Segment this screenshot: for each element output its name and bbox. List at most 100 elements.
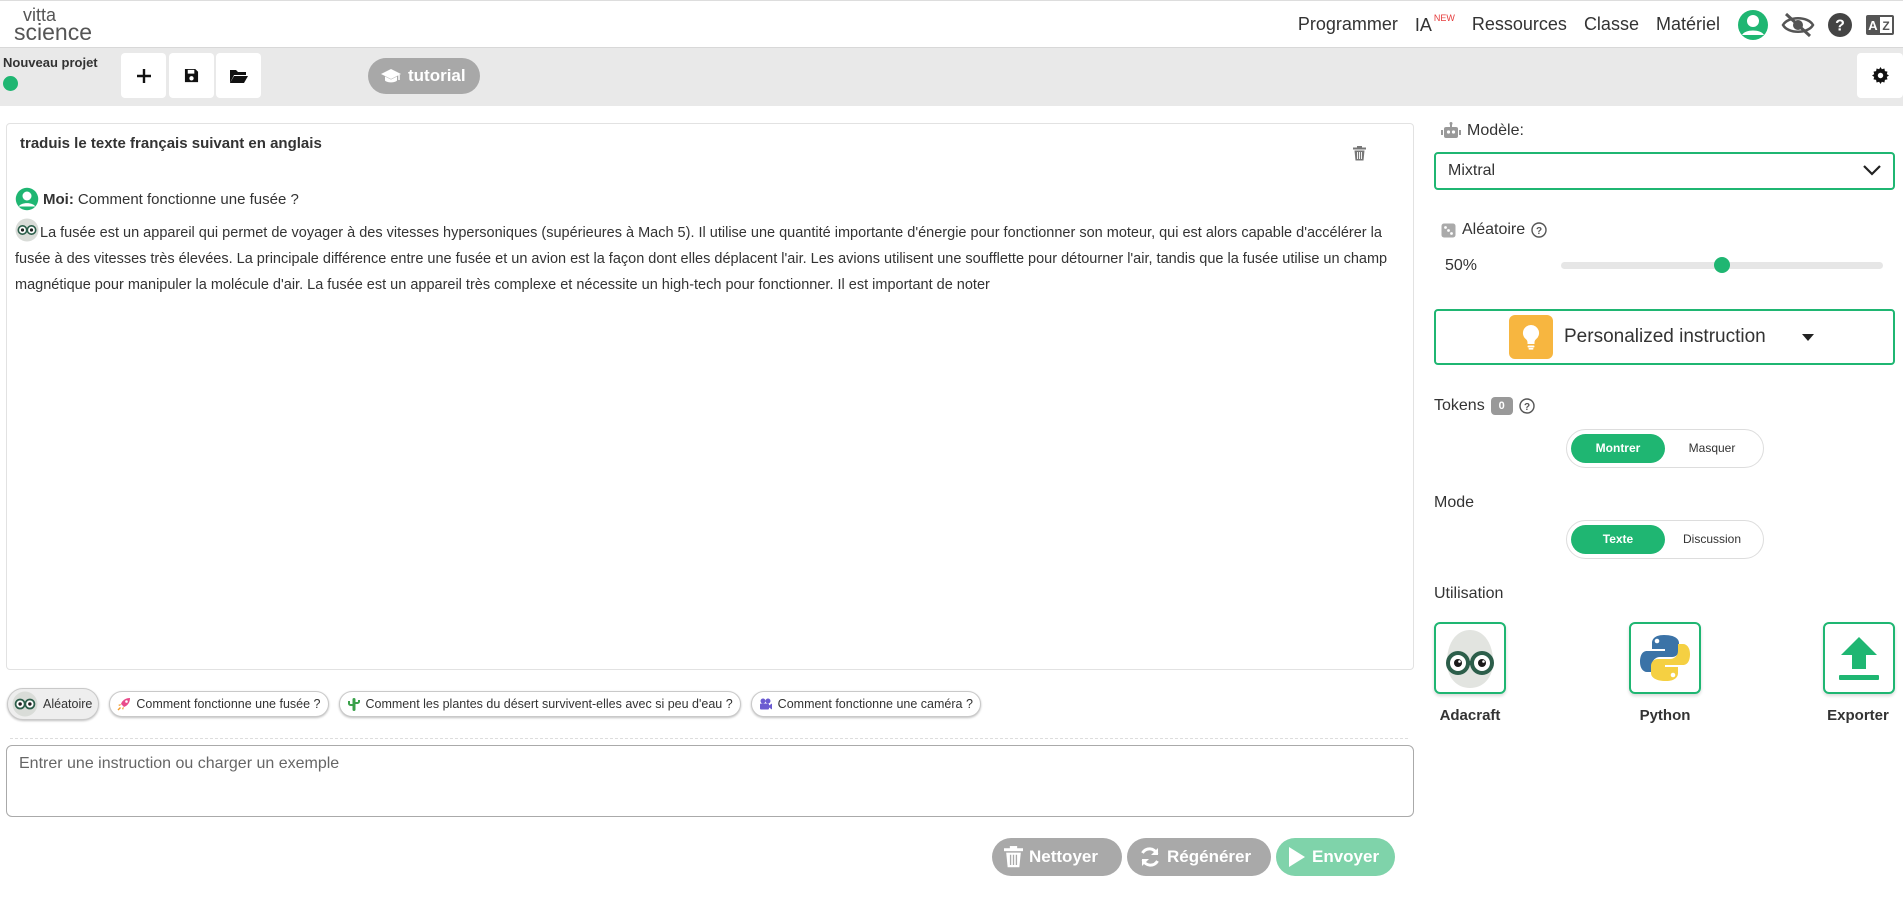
save-project-button[interactable] [169,53,214,98]
python-logo-icon [1640,635,1690,681]
cactus-icon [347,698,360,711]
nav-ia-new-badge: NEW [1433,13,1455,23]
model-selected-value: Mixtral [1448,162,1496,179]
video-camera-icon [759,698,772,710]
rocket-icon [117,698,131,711]
user-message-text: Comment fonctionne une fusée ? [77,190,299,208]
bot-message-text: La fusée est un appareil qui permet de v… [15,225,1388,293]
example-chip-random[interactable]: Aléatoire [7,688,100,720]
send-label: Envoyer [1312,847,1380,866]
nav-programmer[interactable]: Programmer [1298,14,1398,35]
usage-python-button[interactable] [1629,622,1701,694]
tokens-count-badge: 0 [1490,397,1513,415]
adacraft-robot-icon [1446,630,1494,688]
nav-ressources[interactable]: Ressources [1472,14,1567,35]
tutorial-button[interactable]: tutorial [368,58,480,94]
divider [10,738,1408,739]
robot-avatar-icon [15,218,39,242]
nav-classe[interactable]: Classe [1584,14,1639,35]
nav-materiel[interactable]: Matériel [1656,14,1720,35]
project-name[interactable]: Nouveau projet [3,55,98,70]
usage-export-label: Exporter [1827,707,1889,724]
svg-text:?: ? [1524,402,1530,413]
example-chip-label: Comment fonctionne une caméra ? [777,697,973,711]
example-chip-rocket[interactable]: Comment fonctionne une fusée ? [109,691,329,717]
gear-icon [1871,67,1889,84]
instruction-input[interactable] [6,745,1414,817]
svg-text:A: A [1868,18,1878,33]
example-chip-camera[interactable]: Comment fonctionne une caméra ? [750,691,981,717]
nav-ia[interactable]: IA NEW [1415,13,1455,36]
tokens-option-hide[interactable]: Masquer [1665,434,1759,463]
usage-adacraft-button[interactable] [1434,622,1506,694]
tokens-label: Tokens [1434,397,1485,414]
help-circle-icon[interactable]: ? [1531,222,1547,238]
lightbulb-icon [1509,315,1553,359]
model-label: Modèle: [1467,122,1524,139]
help-circle-icon[interactable]: ? [1519,398,1535,414]
clean-button[interactable]: Nettoyer [992,838,1122,876]
mode-option-text[interactable]: Texte [1571,525,1665,554]
mode-label-row: Mode [1434,494,1474,512]
open-project-button[interactable] [216,53,261,98]
random-slider[interactable] [1561,257,1883,273]
example-chip-label: Aléatoire [43,697,93,711]
robot-icon [1441,122,1461,138]
floppy-disk-icon [184,68,199,83]
vittascience-logo[interactable]: vitta science [14,6,92,45]
help-icon[interactable]: ? [1827,12,1853,38]
chat-panel: traduis le texte français suivant en ang… [6,123,1414,670]
model-label-row: Modèle: [1441,122,1524,140]
folder-open-icon [229,69,248,83]
model-select[interactable]: Mixtral [1434,152,1895,190]
graduation-cap-icon [381,69,401,83]
usage-python-label: Python [1639,707,1691,724]
nav-ia-label: IA [1414,15,1432,35]
trash-icon [1004,846,1023,868]
tokens-label-row: Tokens 0 ? [1434,397,1535,415]
dice-icon [1441,223,1456,237]
mode-label: Mode [1434,494,1475,511]
regenerate-label: Régénérer [1167,847,1252,866]
usage-export-button[interactable] [1823,622,1895,694]
system-instruction-title: traduis le texte français suivant en ang… [20,135,322,152]
eye-slash-icon[interactable] [1781,12,1815,38]
bot-message: La fusée est un appareil qui permet de v… [15,218,1403,298]
example-chip-label: Comment fonctionne une fusée ? [136,697,321,711]
tokens-option-show[interactable]: Montrer [1571,434,1665,463]
example-chip-cactus[interactable]: Comment les plantes du désert survivent-… [338,691,741,717]
regenerate-button[interactable]: Régénérer [1127,838,1271,876]
robot-avatar-icon [12,691,38,717]
settings-button[interactable] [1857,53,1903,98]
usage-adacraft-label: Adacraft [1439,707,1501,724]
tutorial-label: tutorial [408,66,466,85]
svg-text:?: ? [1835,17,1845,34]
random-label: Aléatoire [1462,221,1526,238]
mode-option-discussion[interactable]: Discussion [1665,525,1759,554]
new-project-button[interactable] [121,53,166,98]
logo-line-2: science [14,19,92,45]
nav-links: Programmer IA NEW Ressources Classe Matér… [1298,1,1903,48]
caret-down-icon [1802,334,1814,341]
personalized-instruction-label: Personalized instruction [1564,326,1766,347]
personalized-instruction-dropdown[interactable]: Personalized instruction [1434,309,1895,365]
plus-icon [136,68,151,83]
usage-label: Utilisation [1434,585,1504,602]
user-avatar-icon[interactable] [1737,9,1769,41]
mode-toggle: Texte Discussion [1566,520,1764,559]
user-label: Moi: [43,190,74,208]
user-message: Moi: Comment fonctionne une fusée ? [15,187,299,211]
chevron-down-icon [1863,165,1881,176]
delete-conversation-icon[interactable] [1353,146,1366,161]
upload-arrow-icon [1839,637,1879,680]
example-chip-label: Comment les plantes du désert survivent-… [365,697,733,711]
save-status-dot [3,76,18,91]
usage-label-row: Utilisation [1434,585,1503,603]
svg-text:Z: Z [1882,19,1889,33]
project-toolbar: Nouveau projet tutorial [0,48,1903,106]
translate-icon[interactable]: AZ [1865,13,1895,37]
refresh-icon [1141,847,1159,867]
random-slider-thumb[interactable] [1714,257,1730,273]
send-button[interactable]: Envoyer [1276,838,1395,876]
random-label-row: Aléatoire ? [1441,221,1547,239]
